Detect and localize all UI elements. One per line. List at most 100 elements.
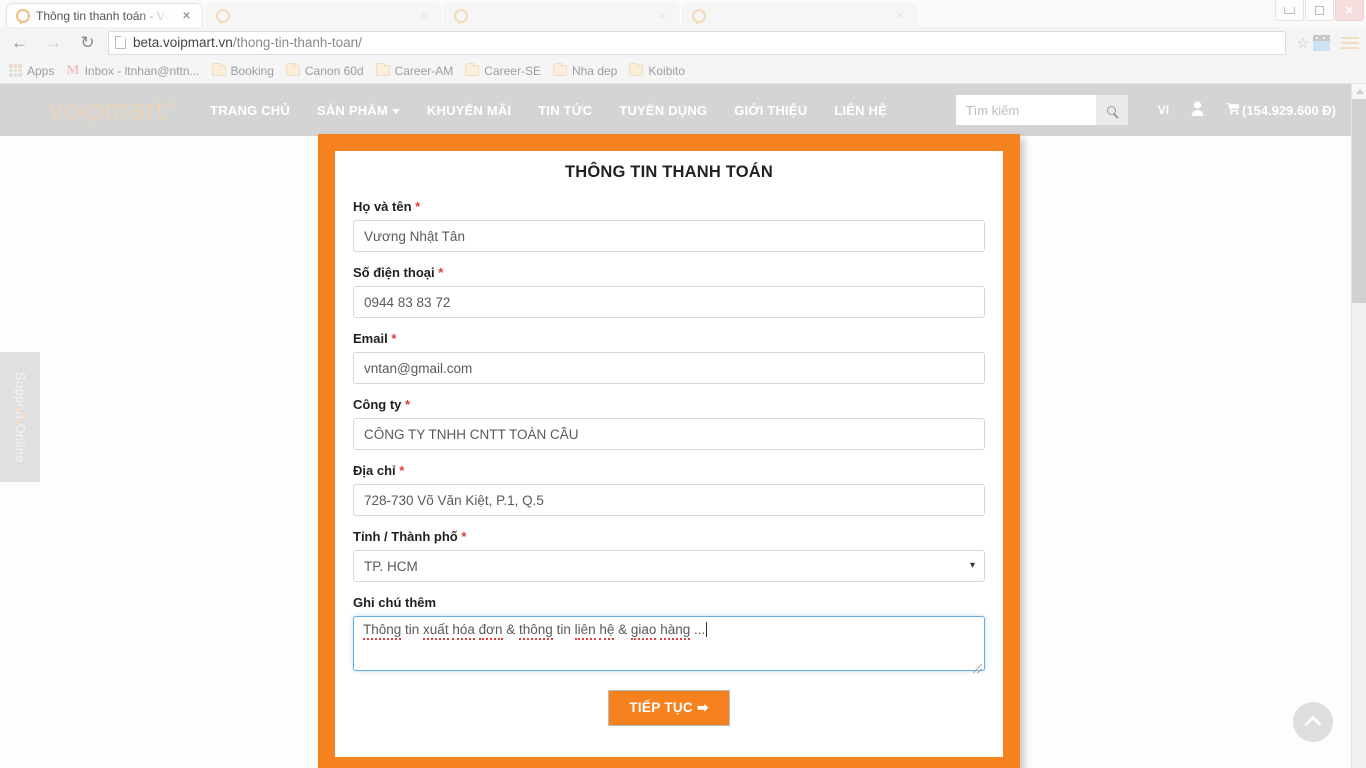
page-scrollbar[interactable]: [1351, 84, 1366, 768]
forward-icon[interactable]: →: [39, 28, 68, 57]
bookmarks-bar: Apps M Inbox - ltnhan@nttn... Booking Ca…: [0, 58, 1366, 84]
province-select[interactable]: [353, 550, 985, 582]
field-so-dien-thoai: Số điện thoại *: [353, 265, 985, 318]
tab-close-icon[interactable]: ×: [179, 8, 194, 23]
chrome-menu-icon[interactable]: [1339, 34, 1361, 52]
folder-icon: [552, 63, 567, 76]
label-text: Email: [353, 331, 388, 346]
fullname-input[interactable]: [353, 220, 985, 252]
bookmark-star-icon[interactable]: ☆: [1293, 34, 1313, 52]
nav-label: KHUYẾN MÃI: [426, 102, 512, 118]
bookmark-career-am[interactable]: Career-AM: [375, 63, 454, 78]
cart-summary[interactable]: (154.929.600 Đ): [1226, 102, 1336, 118]
field-ghi-chu-them: Ghi chú thêm Thông tin xuất hóa đơn & th…: [353, 595, 985, 676]
bookmark-apps[interactable]: Apps: [9, 64, 54, 78]
bookmark-label: Career-SE: [484, 63, 541, 78]
bookmark-career-se[interactable]: Career-SE: [465, 63, 541, 78]
address-input[interactable]: [353, 484, 985, 516]
field-label: Công ty *: [353, 397, 985, 412]
nav-item-gioi-thieu[interactable]: GIỚI THIỆU: [734, 103, 807, 118]
folder-icon: [375, 63, 390, 76]
page-title: THÔNG TIN THANH TOÁN: [564, 163, 774, 181]
window-maximize-button[interactable]: [1305, 0, 1334, 21]
scrollbar-thumb[interactable]: [1352, 99, 1366, 303]
browser-tab-background-1[interactable]: ×: [206, 3, 441, 27]
search-button[interactable]: [1095, 95, 1128, 125]
scrollbar-up-arrow-icon[interactable]: [1352, 84, 1366, 99]
language-selector[interactable]: VI: [1158, 103, 1169, 117]
user-account-icon[interactable]: [1191, 100, 1204, 120]
tab-close-icon[interactable]: ×: [417, 8, 432, 23]
apps-grid-icon: [9, 64, 22, 77]
phone-input[interactable]: [353, 286, 985, 318]
nav-label: SẢN PHẨM: [316, 102, 388, 118]
nav-item-tuyen-dung[interactable]: TUYỂN DỤNG: [619, 103, 707, 118]
field-label: Ghi chú thêm: [353, 595, 985, 610]
reload-icon[interactable]: ↻: [73, 28, 102, 57]
nav-item-khuyen-mai[interactable]: KHUYẾN MÃI: [427, 103, 511, 118]
back-to-top-button[interactable]: [1293, 702, 1333, 742]
bookmark-label: Career-AM: [394, 63, 454, 78]
field-tinh-thanh-pho: Tỉnh / Thành phố * ▾: [353, 529, 985, 582]
cart-icon: [1226, 102, 1241, 118]
province-select-wrapper: ▾: [353, 550, 985, 582]
arrow-right-icon: ➡: [697, 700, 709, 715]
extension-icon[interactable]: [1313, 34, 1330, 51]
window-minimize-button[interactable]: [1275, 0, 1304, 21]
field-ho-va-ten: Họ và tên *: [353, 199, 985, 252]
nav-label: TRANG CHỦ: [210, 102, 290, 118]
required-mark: *: [391, 331, 397, 346]
company-input[interactable]: [353, 418, 985, 450]
site-search: [955, 95, 1128, 125]
email-input[interactable]: [353, 352, 985, 384]
tab-favicon: [216, 8, 230, 25]
nav-label: TUYỂN DỤNG: [619, 102, 708, 118]
label-text: Tỉnh / Thành phố: [353, 529, 458, 544]
bookmark-koibito[interactable]: Koibito: [629, 63, 685, 78]
continue-button[interactable]: TIẾP TỤC ➡: [608, 690, 730, 726]
address-bar[interactable]: beta.voipmart.vn/thong-tin-thanh-toan/: [108, 30, 1286, 55]
tab-close-icon[interactable]: ×: [655, 8, 670, 23]
folder-icon: [465, 63, 480, 76]
field-label: Email *: [353, 331, 985, 346]
field-cong-ty: Công ty *: [353, 397, 985, 450]
gmail-icon: M: [66, 62, 80, 78]
nav-item-lien-he[interactable]: LIÊN HỆ: [834, 103, 887, 118]
note-textarea[interactable]: [353, 616, 985, 671]
nav-item-tin-tuc[interactable]: TIN TỨC: [538, 103, 592, 118]
back-icon[interactable]: ←: [5, 28, 34, 57]
browser-tab-background-2[interactable]: ×: [444, 3, 679, 27]
tab-title: Thông tin thanh toán - VO: [36, 8, 168, 23]
window-close-button[interactable]: ✕: [1335, 0, 1364, 21]
chevron-down-icon: [391, 108, 400, 114]
nav-label: TIN TỨC: [538, 102, 593, 118]
bookmark-label: Apps: [27, 63, 55, 78]
page-viewport: voipmart® TRANG CHỦ SẢN PHẨM KHUYẾN MÃI …: [0, 84, 1366, 768]
browser-tab-active[interactable]: Thông tin thanh toán - VO ×: [6, 3, 203, 27]
nav-item-san-pham[interactable]: SẢN PHẨM: [317, 103, 400, 118]
browser-chrome: × × × Thông tin thanh toán - VO × ✕ ← → …: [0, 0, 1366, 84]
tab-close-icon[interactable]: ×: [893, 8, 908, 23]
required-mark: *: [415, 199, 421, 214]
required-mark: *: [399, 463, 405, 478]
bookmark-inbox[interactable]: M Inbox - ltnhan@nttn...: [66, 63, 199, 79]
search-input[interactable]: [955, 95, 1096, 125]
bookmark-booking[interactable]: Booking: [211, 63, 274, 78]
page-document-icon: [115, 36, 126, 49]
folder-icon: [629, 63, 644, 76]
support-online-tab[interactable]: Support Online: [0, 352, 40, 482]
nav-label: GIỚI THIỆU: [734, 102, 808, 118]
field-email: Email *: [353, 331, 985, 384]
registered-mark-icon: ®: [165, 98, 177, 112]
url-path: /thong-tin-thanh-toan/: [232, 35, 362, 50]
bookmark-canon-60d[interactable]: Canon 60d: [285, 63, 364, 78]
bookmark-nha-dep[interactable]: Nha dep: [552, 63, 617, 78]
browser-tab-background-3[interactable]: ×: [682, 3, 917, 27]
label-text: Công ty: [353, 397, 402, 412]
address-bar-url: beta.voipmart.vn/thong-tin-thanh-toan/: [133, 35, 362, 50]
minimize-icon: [1284, 6, 1295, 14]
site-logo[interactable]: voipmart®: [48, 95, 177, 126]
nav-item-trang-chu[interactable]: TRANG CHỦ: [210, 103, 290, 118]
folder-icon: [285, 63, 300, 76]
field-dia-chi: Địa chỉ *: [353, 463, 985, 516]
